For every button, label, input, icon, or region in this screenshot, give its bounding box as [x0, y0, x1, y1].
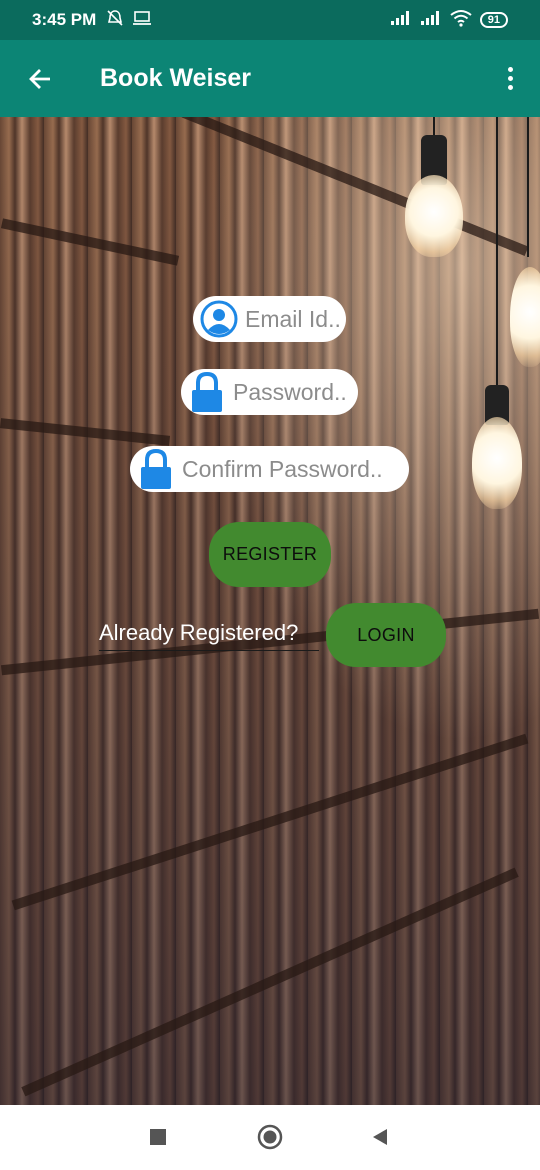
- email-field[interactable]: Email Id..: [193, 296, 346, 342]
- lock-icon: [187, 371, 227, 412]
- library-background-image: [0, 117, 540, 1105]
- recents-square-icon[interactable]: [138, 1117, 178, 1157]
- app-bar: Book Weiser: [0, 40, 540, 117]
- overflow-menu-icon[interactable]: [500, 59, 520, 99]
- confirm-password-field[interactable]: Confirm Password..: [130, 446, 409, 492]
- status-time: 3:45 PM: [32, 10, 97, 29]
- back-arrow-icon[interactable]: [20, 59, 60, 99]
- system-nav-bar: [0, 1105, 540, 1170]
- email-placeholder: Email Id..: [245, 305, 341, 332]
- signal-icon: [390, 10, 412, 31]
- password-field[interactable]: Password..: [181, 369, 358, 415]
- status-bar: 3:45 PM 91: [0, 0, 540, 40]
- password-placeholder: Password..: [233, 378, 347, 405]
- back-triangle-icon[interactable]: [360, 1117, 400, 1157]
- user-icon: [199, 299, 239, 339]
- laptop-icon: [132, 10, 152, 31]
- alarm-off-icon: [106, 9, 124, 32]
- wifi-icon: [450, 9, 472, 32]
- login-button[interactable]: LOGIN: [326, 603, 446, 667]
- signal-icon: [420, 10, 442, 31]
- confirm-password-placeholder: Confirm Password..: [182, 455, 383, 482]
- home-circle-icon[interactable]: [250, 1117, 290, 1157]
- app-title: Book Weiser: [100, 64, 251, 92]
- already-registered-link[interactable]: Already Registered?: [99, 620, 319, 651]
- battery-icon: 91: [479, 12, 508, 28]
- lock-icon: [136, 448, 176, 489]
- register-button[interactable]: REGISTER: [209, 522, 331, 587]
